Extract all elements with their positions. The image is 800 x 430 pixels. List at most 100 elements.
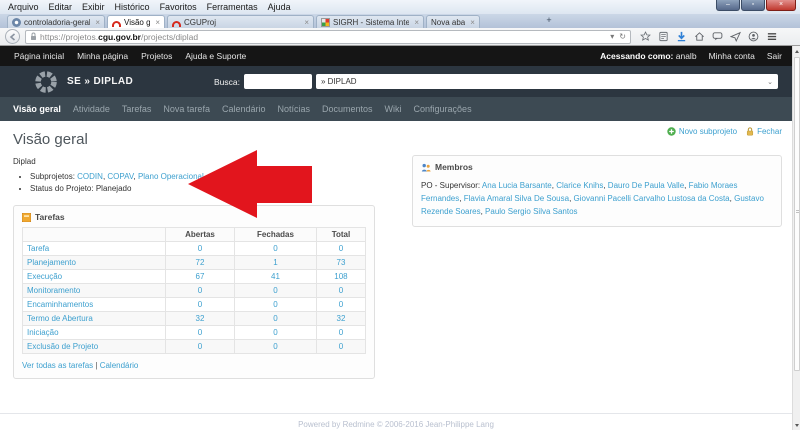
home-icon[interactable] [694, 31, 705, 42]
project-menu-tab[interactable]: Visão geral [7, 104, 67, 114]
open-count-link[interactable]: 67 [196, 272, 205, 281]
subproject-link[interactable]: Plano Operacional [138, 172, 204, 181]
send-icon[interactable] [730, 31, 741, 42]
member-link[interactable]: Flavia Amaral Silva De Sousa [464, 194, 569, 203]
top-menu-link[interactable]: Projetos [141, 51, 172, 61]
total-count-link[interactable]: 108 [334, 272, 347, 281]
project-menu-tab[interactable]: Nova tarefa [157, 104, 216, 114]
profile-icon[interactable] [748, 31, 759, 42]
total-count-link[interactable]: 73 [337, 258, 346, 267]
menubar-item[interactable]: Histórico [110, 1, 155, 14]
closed-count-link[interactable]: 0 [273, 244, 277, 253]
subproject-link[interactable]: CODIN [77, 172, 103, 181]
maximize-button[interactable]: ▫ [741, 0, 765, 11]
open-count-link[interactable]: 0 [198, 286, 202, 295]
browser-tab[interactable]: controladoria-geral-da-uni... × [7, 15, 105, 28]
member-link[interactable]: Paulo Sergio Silva Santos [485, 207, 578, 216]
tracker-link[interactable]: Iniciação [27, 328, 59, 337]
closed-count-link[interactable]: 0 [273, 300, 277, 309]
closed-count-link[interactable]: 0 [273, 314, 277, 323]
tracker-link[interactable]: Tarefa [27, 244, 49, 253]
tracker-link[interactable]: Encaminhamentos [27, 300, 93, 309]
view-all-tasks-link[interactable]: Ver todas as tarefas [22, 361, 100, 370]
reload-icon[interactable]: ↻ [619, 32, 626, 41]
new-tab-button[interactable]: + [541, 15, 557, 26]
tracker-link[interactable]: Planejamento [27, 258, 76, 267]
url-bar[interactable]: https://projetos.cgu.gov.br/projects/dip… [25, 30, 631, 44]
project-menu-tab[interactable]: Notícias [271, 104, 316, 114]
closed-count-link[interactable]: 0 [273, 342, 277, 351]
menubar-item[interactable]: Exibir [77, 1, 110, 14]
project-menu-tab[interactable]: Wiki [379, 104, 408, 114]
bookmarks-panel-icon[interactable] [658, 31, 669, 42]
menubar-item[interactable]: Ferramentas [202, 1, 263, 14]
bookmark-star-icon[interactable] [640, 31, 651, 42]
url-dropdown-icon[interactable]: ▾ [610, 32, 614, 41]
total-count-link[interactable]: 0 [339, 342, 343, 351]
calendar-link[interactable]: Calendário [100, 361, 139, 370]
open-count-link[interactable]: 0 [198, 328, 202, 337]
close-project-link[interactable]: Fechar [746, 127, 782, 136]
tab-close-icon[interactable]: × [468, 18, 475, 27]
menubar-item[interactable]: Arquivo [3, 1, 44, 14]
menubar-item[interactable]: Editar [44, 1, 78, 14]
member-link[interactable]: Clarice Knihs [556, 181, 603, 190]
logged-user-link[interactable]: analb [676, 51, 697, 61]
total-count-link[interactable]: 0 [339, 244, 343, 253]
minimize-button[interactable]: – [716, 0, 740, 11]
browser-tab[interactable]: Visão geral - DIPLAD - CGU... × [107, 15, 165, 28]
scrollbar-thumb[interactable] [794, 57, 800, 371]
project-menu-tab[interactable]: Configurações [408, 104, 478, 114]
open-count-link[interactable]: 32 [196, 314, 205, 323]
tracker-link[interactable]: Monitoramento [27, 286, 80, 295]
top-menu-link[interactable]: Ajuda e Suporte [185, 51, 246, 61]
scrollbar-up-arrow[interactable] [793, 46, 800, 56]
chat-icon[interactable] [712, 31, 723, 42]
closed-count-link[interactable]: 41 [271, 272, 280, 281]
project-menu-tab[interactable]: Calendário [216, 104, 272, 114]
member-link[interactable]: Giovanni Pacelli Carvalho Lustosa da Cos… [574, 194, 730, 203]
total-count-link[interactable]: 0 [339, 328, 343, 337]
total-count-link[interactable]: 0 [339, 286, 343, 295]
back-button[interactable] [5, 29, 20, 44]
total-count-link[interactable]: 0 [339, 300, 343, 309]
sign-out-link[interactable]: Sair [767, 51, 782, 61]
tab-close-icon[interactable]: × [153, 18, 160, 27]
browser-tab[interactable]: SIGRH - Sistema Integrado ... × [316, 15, 424, 28]
project-menu-tab[interactable]: Atividade [67, 104, 116, 114]
open-count-link[interactable]: 0 [198, 342, 202, 351]
top-menu-link[interactable]: Minha página [77, 51, 128, 61]
closed-count-link[interactable]: 1 [273, 258, 277, 267]
member-link[interactable]: Ana Lucia Barsante [482, 181, 552, 190]
top-menu-link[interactable]: Página inicial [14, 51, 64, 61]
browser-tab[interactable]: CGUProj × [167, 15, 314, 28]
close-window-button[interactable]: × [766, 0, 796, 11]
project-menu-tab[interactable]: Tarefas [116, 104, 158, 114]
open-count-link[interactable]: 0 [198, 244, 202, 253]
search-input[interactable] [244, 74, 312, 89]
my-account-link[interactable]: Minha conta [709, 51, 755, 61]
new-subproject-link[interactable]: Novo subprojeto [667, 127, 737, 136]
tracker-link[interactable]: Execução [27, 272, 62, 281]
open-count-link[interactable]: 72 [196, 258, 205, 267]
tab-close-icon[interactable]: × [302, 18, 309, 27]
tracker-link[interactable]: Termo de Abertura [27, 314, 93, 323]
project-jump-select[interactable]: » DIPLAD ⌄ [316, 74, 778, 89]
open-count-link[interactable]: 0 [198, 300, 202, 309]
closed-count-link[interactable]: 0 [273, 286, 277, 295]
tab-close-icon[interactable]: × [93, 18, 100, 27]
hamburger-menu-icon[interactable] [766, 31, 778, 42]
download-icon[interactable] [676, 31, 687, 42]
menubar-item[interactable]: Favoritos [155, 1, 202, 14]
member-link[interactable]: Dauro De Paula Valle [608, 181, 684, 190]
closed-count-link[interactable]: 0 [273, 328, 277, 337]
tracker-link[interactable]: Exclusão de Projeto [27, 342, 98, 351]
tab-close-icon[interactable]: × [412, 18, 419, 27]
menubar-item[interactable]: Ajuda [263, 1, 296, 14]
browser-tab[interactable]: Nova aba × [426, 15, 480, 28]
project-menu-tab[interactable]: Documentos [316, 104, 379, 114]
subproject-link[interactable]: COPAV [107, 172, 133, 181]
scrollbar-down-arrow[interactable] [793, 420, 800, 430]
vertical-scrollbar[interactable] [792, 46, 800, 430]
total-count-link[interactable]: 32 [337, 314, 346, 323]
